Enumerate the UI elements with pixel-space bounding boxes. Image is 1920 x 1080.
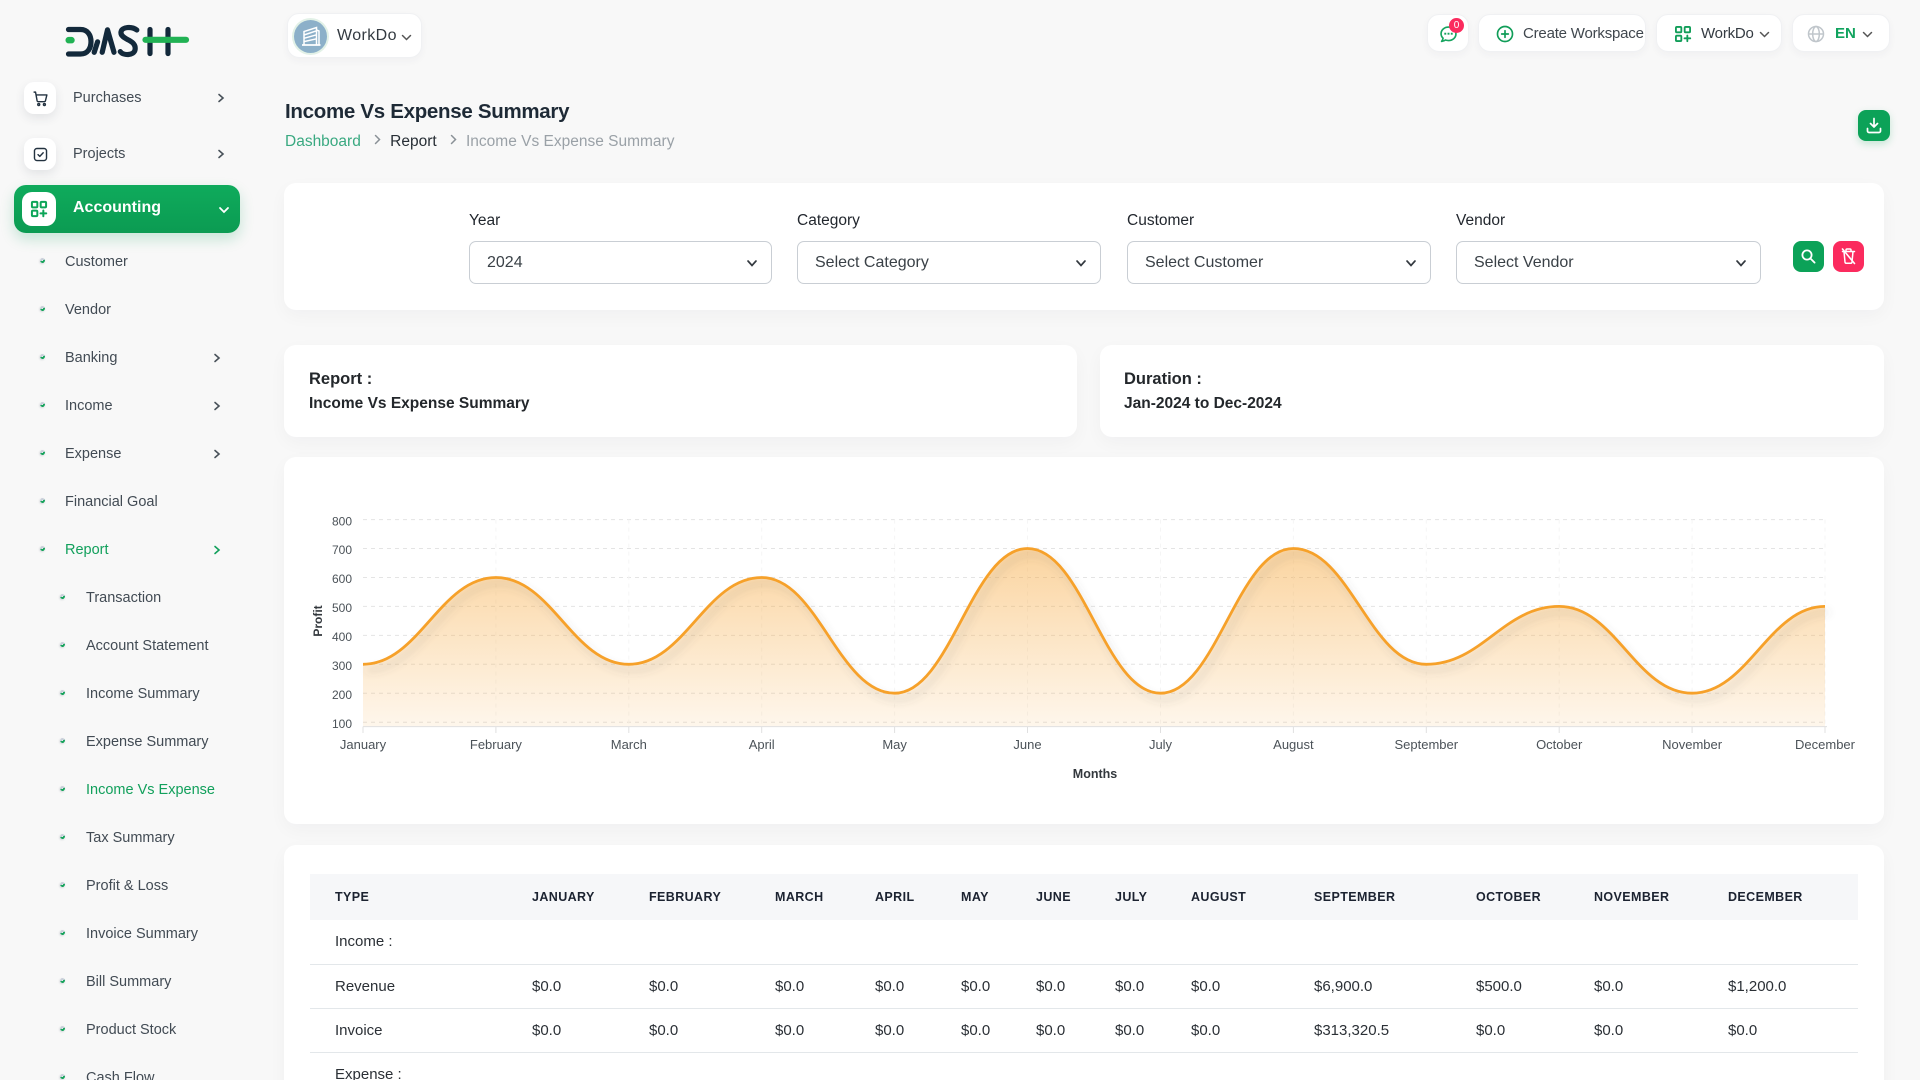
svg-text:800: 800 bbox=[332, 514, 352, 528]
svg-text:January: January bbox=[340, 737, 387, 752]
svg-text:March: March bbox=[611, 737, 647, 752]
svg-text:December: December bbox=[1795, 737, 1856, 752]
svg-text:400: 400 bbox=[332, 630, 352, 644]
svg-text:Profit: Profit bbox=[311, 605, 325, 636]
svg-text:Months: Months bbox=[1073, 767, 1117, 781]
svg-text:October: October bbox=[1536, 737, 1583, 752]
svg-text:700: 700 bbox=[332, 543, 352, 557]
svg-text:500: 500 bbox=[332, 601, 352, 615]
svg-text:November: November bbox=[1662, 737, 1723, 752]
svg-text:200: 200 bbox=[332, 688, 352, 702]
svg-text:600: 600 bbox=[332, 572, 352, 586]
svg-text:July: July bbox=[1149, 737, 1173, 752]
svg-text:August: August bbox=[1273, 737, 1314, 752]
svg-text:April: April bbox=[749, 737, 775, 752]
svg-text:February: February bbox=[470, 737, 523, 752]
svg-text:100: 100 bbox=[332, 717, 352, 731]
svg-text:September: September bbox=[1395, 737, 1459, 752]
svg-text:May: May bbox=[882, 737, 907, 752]
svg-text:June: June bbox=[1013, 737, 1041, 752]
svg-text:300: 300 bbox=[332, 659, 352, 673]
